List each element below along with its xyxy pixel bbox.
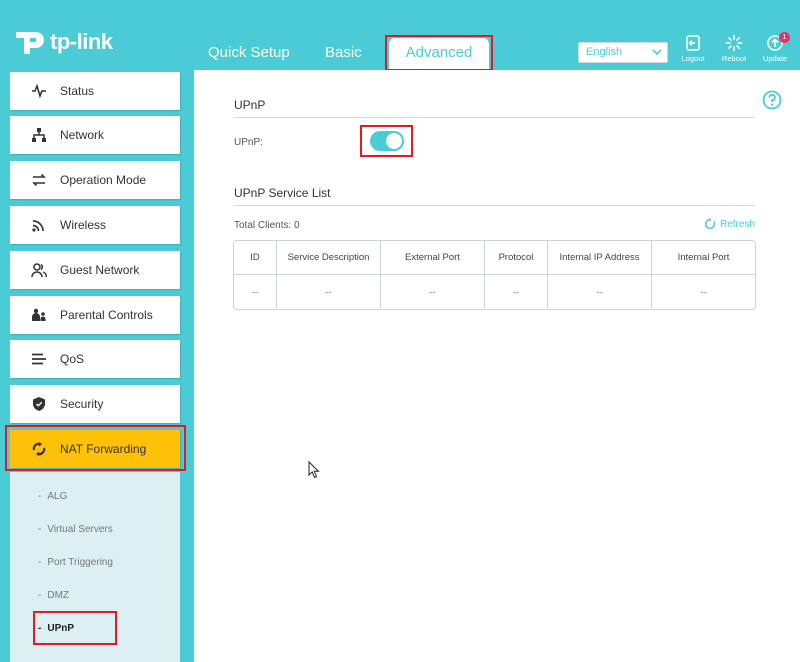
- tp-link-logo: tp-link: [10, 22, 120, 62]
- divider: [234, 205, 755, 206]
- tp-link-logo-icon: [16, 32, 44, 54]
- help-icon[interactable]: [762, 90, 782, 110]
- update-label: Update: [762, 54, 788, 63]
- table-cell: --: [381, 275, 485, 309]
- table-cell: --: [700, 287, 707, 297]
- sidebar-item-status[interactable]: Status: [10, 72, 180, 110]
- reboot-icon: [725, 34, 743, 52]
- sidebar-item-label: Security: [60, 397, 104, 411]
- upnp-toggle[interactable]: [370, 131, 404, 151]
- qos-icon: [32, 353, 46, 365]
- sidebar-item-label: Operation Mode: [60, 173, 147, 187]
- sidebar-item-wireless[interactable]: Wireless: [10, 206, 180, 244]
- column-header-service-description: Service Description: [277, 241, 381, 274]
- total-clients: Total Clients: 0: [234, 220, 300, 231]
- update-badge: 1: [779, 32, 790, 43]
- logout-button[interactable]: Logout: [676, 34, 710, 64]
- sidebar-item-label: Wireless: [60, 218, 107, 232]
- upnp-service-table: ID Service Description External Port Pro…: [233, 240, 756, 310]
- sidebar-item-nat-forwarding[interactable]: NAT Forwarding: [10, 430, 180, 468]
- column-header-protocol: Protocol: [485, 241, 548, 274]
- refresh-icon: [704, 218, 716, 230]
- table-cell: --: [277, 275, 381, 309]
- sidebar-item-label: Status: [60, 84, 95, 98]
- main-content: UPnP UPnP: UPnP Service List Total Clien…: [194, 70, 800, 662]
- tab-quick-setup[interactable]: Quick Setup: [208, 44, 290, 61]
- sidebar-item-label: Guest Network: [60, 263, 140, 277]
- total-clients-label: Total Clients:: [234, 220, 292, 231]
- nat-icon: [32, 442, 46, 456]
- update-button[interactable]: 1 Update: [758, 32, 792, 64]
- toggle-knob: [386, 133, 402, 149]
- sidebar-item-label: Parental Controls: [60, 308, 153, 322]
- chevron-down-icon: [652, 49, 662, 56]
- table-cell: --: [485, 275, 548, 309]
- network-icon: [32, 128, 46, 142]
- sidebar-item-guest-network[interactable]: Guest Network: [10, 251, 180, 289]
- shield-icon: [33, 397, 45, 411]
- language-select[interactable]: English: [578, 42, 668, 63]
- service-list-title: UPnP Service List: [234, 186, 331, 200]
- tab-advanced[interactable]: Advanced: [389, 38, 489, 70]
- sidebar-item-security[interactable]: Security: [10, 385, 180, 423]
- sidebar-item-label: QoS: [60, 352, 85, 366]
- table-row: -- -- -- -- -- --: [234, 275, 755, 309]
- table-cell: --: [548, 275, 652, 309]
- submenu-item-alg[interactable]: - ALG: [38, 491, 67, 502]
- sidebar-item-qos[interactable]: QoS: [10, 340, 180, 378]
- logout-icon: [686, 35, 700, 51]
- column-header-internal-ip-address: Internal IP Address: [548, 241, 652, 274]
- sidebar-item-label: NAT Forwarding: [60, 442, 147, 456]
- column-header-id: ID: [234, 241, 277, 274]
- refresh-button[interactable]: Refresh: [704, 218, 755, 230]
- submenu-item-virtual-servers[interactable]: - Virtual Servers: [38, 524, 113, 535]
- mouse-cursor-icon: [308, 461, 320, 479]
- submenu-item-dmz[interactable]: - DMZ: [38, 590, 69, 601]
- parental-icon: [32, 308, 46, 321]
- total-clients-value: 0: [294, 220, 300, 231]
- reboot-button[interactable]: Reboot: [717, 34, 751, 64]
- sidebar-item-operation-mode[interactable]: Operation Mode: [10, 161, 180, 199]
- tab-basic[interactable]: Basic: [325, 44, 362, 61]
- brand-name: tp-link: [50, 29, 113, 54]
- pulse-icon: [32, 83, 46, 99]
- sidebar-item-parental-controls[interactable]: Parental Controls: [10, 296, 180, 334]
- upnp-label: UPnP:: [234, 137, 263, 148]
- language-value: English: [586, 46, 623, 58]
- table-header-row: ID Service Description External Port Pro…: [234, 241, 755, 275]
- refresh-label: Refresh: [720, 218, 756, 230]
- table-cell: --: [234, 275, 277, 309]
- column-header-external-port: External Port: [381, 241, 485, 274]
- sidebar-item-network[interactable]: Network: [10, 116, 180, 154]
- wifi-icon: [32, 220, 44, 232]
- guest-icon: [31, 263, 47, 278]
- submenu-item-port-triggering[interactable]: - Port Triggering: [38, 557, 113, 568]
- upnp-section-title: UPnP: [234, 98, 266, 112]
- logout-label: Logout: [681, 54, 705, 63]
- swap-icon: [32, 173, 46, 187]
- reboot-label: Reboot: [721, 54, 747, 63]
- sidebar-item-label: Network: [60, 128, 105, 142]
- divider: [234, 117, 755, 118]
- column-header-internal-port: Internal Port: [677, 252, 730, 263]
- submenu-item-upnp[interactable]: - UPnP: [38, 623, 74, 634]
